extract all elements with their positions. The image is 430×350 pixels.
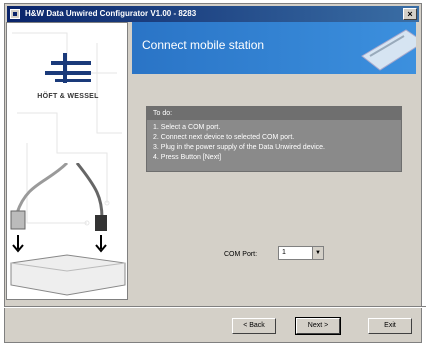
company-logo-icon	[45, 53, 91, 83]
close-button[interactable]: ×	[403, 8, 417, 20]
title-bar: H&W Data Unwired Configurator V1.00 - 82…	[7, 6, 419, 22]
todo-list: 1. Select a COM port. 2. Connect next de…	[153, 123, 401, 163]
next-button[interactable]: Next >	[295, 317, 341, 335]
device-card-icon	[361, 29, 416, 71]
list-item: 3. Plug in the power supply of the Data …	[153, 144, 325, 151]
back-button[interactable]: < Back	[232, 318, 276, 334]
exit-button[interactable]: Exit	[368, 318, 412, 334]
brand-name: HÖFT & WESSEL	[37, 93, 99, 100]
divider	[4, 306, 426, 308]
todo-box: To do: 1. Select a COM port. 2. Connect …	[146, 106, 402, 172]
page-title: Connect mobile station	[142, 38, 265, 52]
chevron-down-icon[interactable]: ▼	[312, 247, 323, 259]
window-title: H&W Data Unwired Configurator V1.00 - 82…	[25, 9, 197, 18]
cradle-device-icon	[10, 163, 126, 296]
com-port-select[interactable]: 1 ▼	[278, 246, 324, 260]
com-port-value: 1	[282, 249, 286, 256]
list-item: 4. Press Button [Next]	[153, 154, 222, 161]
list-item: 1. Select a COM port.	[153, 124, 221, 131]
content-panel: To do: 1. Select a COM port. 2. Connect …	[132, 76, 416, 300]
todo-heading: To do:	[147, 107, 401, 120]
list-item: 2. Connect next device to selected COM p…	[153, 134, 295, 141]
header-banner: Connect mobile station	[132, 22, 416, 74]
com-port-label: COM Port:	[224, 251, 258, 258]
app-icon	[10, 9, 20, 19]
sidebar-image: HÖFT & WESSEL	[6, 22, 128, 300]
